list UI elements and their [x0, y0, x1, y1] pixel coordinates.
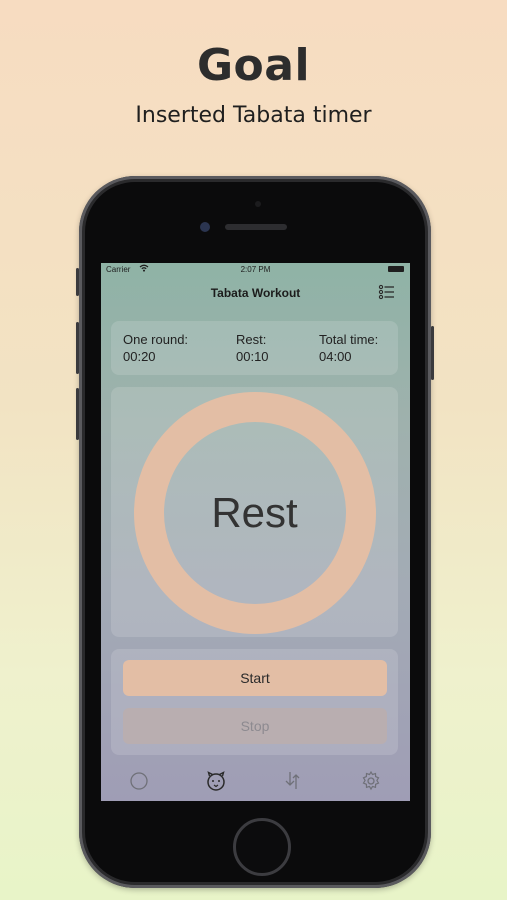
- earpiece-speaker: [225, 224, 287, 230]
- home-button[interactable]: [233, 818, 291, 876]
- tab-settings[interactable]: [358, 769, 384, 793]
- status-bar: Carrier 2:07 PM: [101, 263, 410, 277]
- one-round-value: 00:20: [123, 349, 156, 364]
- proximity-sensor: [255, 201, 261, 207]
- mute-switch: [76, 268, 79, 296]
- total-time-label: Total time:: [319, 332, 379, 347]
- controls-card: Start Stop: [111, 649, 398, 755]
- power-button: [431, 326, 434, 380]
- battery-icon: [388, 266, 404, 272]
- volume-up-button: [76, 322, 79, 374]
- nav-title: Tabata Workout: [210, 286, 301, 300]
- timer-card: Rest: [111, 387, 398, 637]
- workout-summary-card: One round: 00:20 Rest: 00:10 Total time:…: [111, 321, 398, 375]
- stop-button[interactable]: Stop: [123, 708, 387, 744]
- start-button[interactable]: Start: [123, 660, 387, 696]
- promo-headline: Goal: [196, 40, 311, 91]
- split-arrows-icon: [285, 772, 300, 789]
- front-camera: [200, 222, 210, 232]
- rest-label: Rest:: [236, 332, 267, 347]
- timer-phase-label: Rest: [211, 489, 298, 536]
- tab-intervals[interactable]: [280, 769, 306, 793]
- status-time: 2:07 PM: [240, 265, 271, 274]
- one-round-column: One round: 00:20: [123, 331, 188, 365]
- list-icon[interactable]: [378, 283, 396, 306]
- rest-column: Rest: 00:10: [236, 331, 269, 365]
- circle-icon: [130, 772, 148, 790]
- volume-down-button: [76, 388, 79, 440]
- tiger-icon: [207, 771, 225, 791]
- promo-subline: Inserted Tabata timer: [135, 103, 372, 128]
- tab-bar: [101, 763, 410, 797]
- tab-timer[interactable]: [126, 769, 152, 793]
- rest-value: 00:10: [236, 349, 269, 364]
- nav-bar: Tabata Workout: [101, 277, 410, 311]
- total-time-column: Total time: 04:00: [319, 331, 378, 365]
- one-round-label: One round:: [123, 332, 189, 347]
- tab-tabata[interactable]: [203, 769, 229, 793]
- gear-icon: [362, 770, 380, 791]
- app-screen: Carrier 2:07 PM Tabata Workout One round…: [101, 263, 410, 801]
- total-time-value: 04:00: [319, 349, 352, 364]
